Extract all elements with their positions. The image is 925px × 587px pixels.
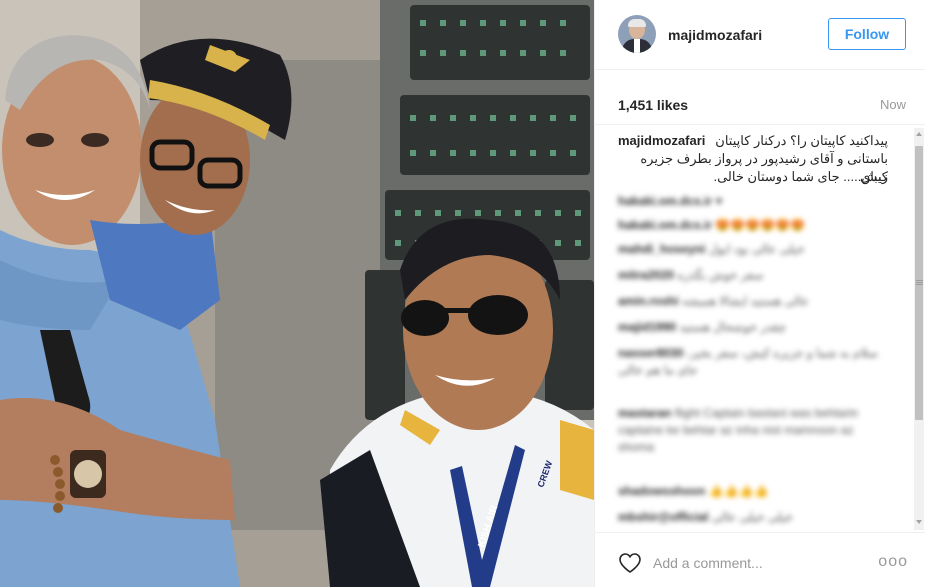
scroll-down-arrow-icon[interactable]	[914, 516, 924, 528]
comment-username[interactable]: majid1990	[618, 320, 676, 334]
comment-username[interactable]: hakaki.om.dcs.ir	[618, 194, 712, 208]
comment-text: خیلی عالی بود ایول	[708, 242, 805, 256]
comment-username[interactable]: nasser8030	[618, 346, 683, 360]
list-item: mbshir@official خیلی خیلی عالی	[618, 509, 888, 526]
header-username[interactable]: majidmozafari	[668, 27, 762, 43]
post-header: majidmozafari Follow	[595, 0, 925, 70]
caption: majidmozafari پیداکنید کاپیتان را؟ درکنا…	[618, 132, 888, 192]
list-item: mahdi_hoseyni خیلی عالی بود ایول	[618, 241, 888, 258]
comment-username[interactable]: hakaki.om.dcs.ir	[618, 218, 712, 232]
comment-text: سفر خوش بگذره	[677, 268, 764, 282]
avatar[interactable]	[618, 15, 656, 53]
comment-text: 👍👍👍👍	[708, 484, 769, 498]
list-item: hakaki.om.dcs.ir 😍😍😍😍😍😍	[618, 217, 888, 234]
comment-username[interactable]: amin.roshi	[618, 294, 679, 308]
comment-username[interactable]: mahdi_hoseyni	[618, 242, 705, 256]
post-photo[interactable]: KISH AIR CREW	[0, 0, 594, 587]
comment-text: چقدر خوشحال هستید	[679, 320, 787, 334]
list-item: shadowsshoon 👍👍👍👍	[618, 483, 888, 500]
list-item: amin.roshi عالی هستید ایشالا همیشه	[618, 293, 888, 310]
list-item: mastaran flight Captain bastani was beht…	[618, 405, 888, 456]
caption-text-line3: کیش..... جای شما دوستان خالی.	[713, 169, 888, 184]
cockpit-selfie-image: KISH AIR CREW	[0, 0, 594, 587]
post-side-panel: majidmozafari Follow 1,451 likes Now maj…	[594, 0, 925, 587]
list-item: majid1990 چقدر خوشحال هستید	[618, 319, 888, 336]
caption-text-line1: پیداکنید کاپیتان را؟ درکنار کاپیتان	[715, 133, 888, 148]
instagram-post: KISH AIR CREW majidmozafari Follow 1,451…	[0, 0, 925, 587]
post-footer: ooo	[595, 532, 925, 587]
comment-text: عالی هستید ایشالا همیشه	[682, 294, 809, 308]
likes-count[interactable]: 1,451 likes	[618, 97, 688, 113]
comments-list[interactable]: majidmozafari پیداکنید کاپیتان را؟ درکنا…	[595, 125, 925, 530]
list-item: hakaki.om.dcs.ir ♥	[618, 193, 888, 210]
scrollbar-grip-icon: — — —	[916, 277, 923, 288]
comment-username[interactable]: shadowsshoon	[618, 484, 705, 498]
post-time[interactable]: Now	[880, 97, 906, 112]
comment-username[interactable]: mitra2020	[618, 268, 674, 282]
follow-button[interactable]: Follow	[828, 18, 906, 50]
scroll-up-arrow-icon[interactable]	[914, 128, 924, 140]
heart-icon[interactable]	[618, 552, 642, 574]
list-item: nasser8030 سلام به شما و جزیره کیش، سفر …	[618, 345, 888, 379]
comment-text: خیلی خیلی عالی	[711, 510, 793, 524]
list-item: mitra2020 سفر خوش بگذره	[618, 267, 888, 284]
comment-username[interactable]: mastaran	[618, 406, 671, 420]
post-meta: 1,451 likes Now	[595, 70, 925, 125]
comment-text: ♥	[715, 194, 723, 208]
comment-username[interactable]: mbshir@official	[618, 510, 708, 524]
more-options-icon[interactable]: ooo	[878, 553, 908, 571]
comment-text: 😍😍😍😍😍😍	[715, 218, 806, 232]
comment-input[interactable]	[653, 553, 858, 573]
